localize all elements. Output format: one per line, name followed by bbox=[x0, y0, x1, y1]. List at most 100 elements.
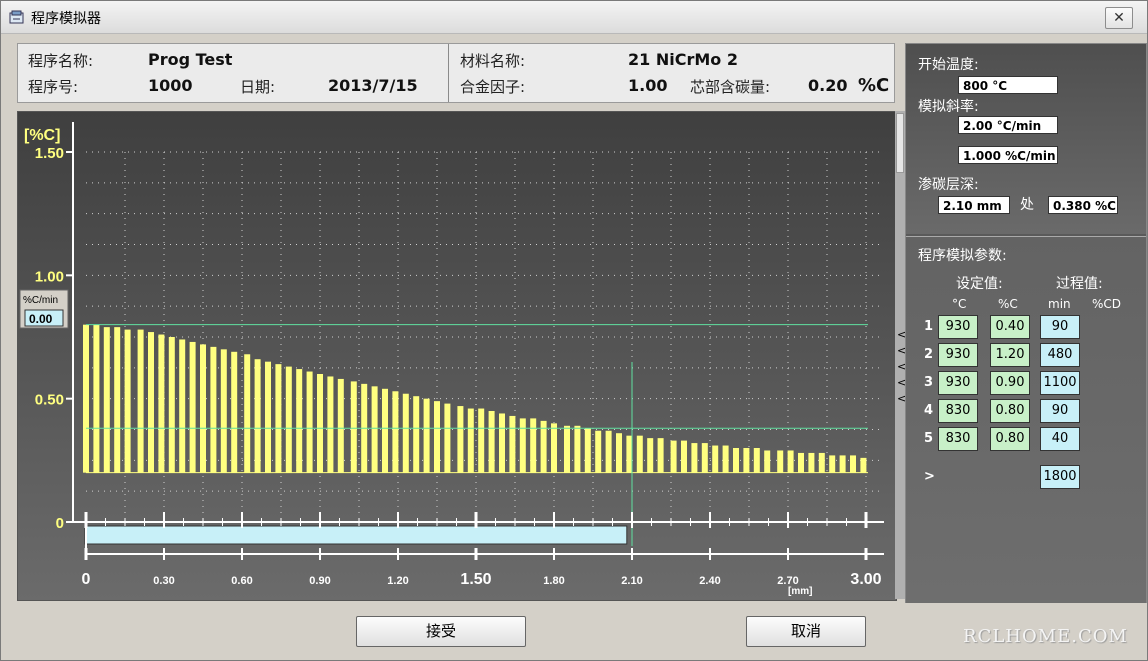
temp-cell[interactable]: 930 bbox=[938, 343, 978, 367]
y-tick-label: 1.00 bbox=[35, 268, 64, 285]
title-bar[interactable]: 程序模拟器 ✕ bbox=[1, 1, 1147, 34]
temp-cell[interactable]: 830 bbox=[938, 427, 978, 451]
y-tick-label: 0.50 bbox=[35, 392, 64, 409]
core-carbon-label: 芯部含碳量: bbox=[690, 78, 771, 96]
bar bbox=[467, 408, 474, 473]
header-divider bbox=[448, 44, 449, 102]
temp-cell[interactable]: 930 bbox=[938, 315, 978, 339]
bar bbox=[616, 433, 622, 473]
simulator-window: 程序模拟器 ✕ 程序名称: Prog Test 程序号: 1000 日期: 20… bbox=[0, 0, 1148, 661]
ramp-carbon-field[interactable]: 1.000 %C/min bbox=[958, 146, 1058, 164]
bar bbox=[382, 388, 388, 473]
rate-readout-value: 0.00 bbox=[29, 312, 53, 326]
col-header-cd: %CD bbox=[1092, 297, 1122, 311]
x-tick-label: 2.10 bbox=[621, 575, 642, 587]
carbon-cell[interactable]: 0.40 bbox=[990, 315, 1030, 339]
bar bbox=[275, 364, 282, 473]
bar bbox=[93, 324, 100, 473]
program-params: 程序模拟参数: 设定值: 过程值: °C %C min %CD 1 930 0.… bbox=[906, 236, 1146, 603]
bar bbox=[860, 457, 867, 473]
alloy-factor-value: 1.00 bbox=[628, 76, 668, 95]
total-marker: > bbox=[924, 469, 935, 484]
close-button[interactable]: ✕ bbox=[1105, 7, 1133, 29]
time-cell[interactable]: 90 bbox=[1040, 315, 1080, 339]
col-header-temp: °C bbox=[952, 297, 967, 311]
bar bbox=[722, 445, 729, 473]
x-tick-label: 0.90 bbox=[309, 575, 330, 587]
bar bbox=[392, 391, 399, 473]
process-value-label: 过程值: bbox=[1056, 276, 1103, 292]
bar bbox=[337, 378, 344, 473]
bar bbox=[350, 381, 357, 473]
carbon-profile-chart: 1.50 1.00 0.50 0 0 0.30 0.60 0.90 1.20 1.50 1.80 2.… bbox=[17, 111, 897, 601]
bar bbox=[519, 418, 526, 473]
bar bbox=[200, 344, 206, 473]
time-cell[interactable]: 90 bbox=[1040, 399, 1080, 423]
bar bbox=[764, 450, 771, 473]
bar bbox=[647, 438, 654, 473]
bar bbox=[148, 332, 154, 473]
carbon-cell[interactable]: 0.80 bbox=[990, 427, 1030, 451]
accept-button[interactable]: 接受 bbox=[356, 616, 526, 647]
carbon-cell[interactable]: 0.90 bbox=[990, 371, 1030, 395]
carbon-cell[interactable]: 1.20 bbox=[990, 343, 1030, 367]
row-number: 2 bbox=[924, 347, 934, 362]
x-tick-label: 1.20 bbox=[387, 575, 408, 587]
window-title: 程序模拟器 bbox=[31, 11, 101, 27]
carbon-cell[interactable]: 0.80 bbox=[990, 399, 1030, 423]
depth-carbon-field[interactable]: 0.380 %C bbox=[1048, 196, 1118, 214]
bar bbox=[787, 450, 794, 473]
bar bbox=[488, 411, 495, 473]
cancel-button[interactable]: 取消 bbox=[746, 616, 866, 647]
bar bbox=[564, 425, 570, 473]
bar bbox=[306, 371, 313, 473]
y-tick-label: 0 bbox=[56, 515, 64, 532]
bar bbox=[83, 324, 89, 473]
program-name-value: Prog Test bbox=[148, 50, 233, 69]
time-cell[interactable]: 40 bbox=[1040, 427, 1080, 451]
chart-scroll-thumb[interactable] bbox=[896, 113, 904, 173]
alloy-factor-label: 合金因子: bbox=[460, 78, 526, 96]
row-number: 4 bbox=[924, 403, 934, 418]
bar bbox=[285, 366, 292, 473]
x-tick-label: 2.40 bbox=[699, 575, 720, 587]
core-carbon-unit: %C bbox=[858, 75, 890, 96]
bar bbox=[317, 374, 323, 473]
temp-cell[interactable]: 830 bbox=[938, 399, 978, 423]
x-tick-label: 0.60 bbox=[231, 575, 252, 587]
material-value: 21 NiCrMo 2 bbox=[628, 50, 738, 69]
bar bbox=[691, 443, 698, 473]
temp-cell[interactable]: 930 bbox=[938, 371, 978, 395]
rate-readout-label: %C/min bbox=[23, 295, 58, 306]
x-tick-label: 0.30 bbox=[153, 575, 174, 587]
ramp-temp-field[interactable]: 2.00 °C/min bbox=[958, 116, 1058, 134]
y-axis-label: [%C] bbox=[24, 127, 60, 144]
bar bbox=[158, 334, 165, 473]
row-number: 5 bbox=[924, 431, 934, 446]
bar bbox=[499, 413, 505, 473]
x-tick-label: 1.80 bbox=[543, 575, 564, 587]
app-icon bbox=[9, 10, 24, 24]
time-cell[interactable]: 1100 bbox=[1040, 371, 1080, 395]
bar bbox=[244, 354, 251, 473]
case-depth-field[interactable]: 2.10 mm bbox=[938, 196, 1010, 214]
bar bbox=[574, 425, 581, 473]
program-info-header: 程序名称: Prog Test 程序号: 1000 日期: 2013/7/15 … bbox=[17, 43, 895, 103]
bar bbox=[701, 443, 708, 473]
bar bbox=[124, 329, 131, 473]
progress-bar bbox=[84, 525, 628, 545]
bar bbox=[808, 452, 815, 473]
bar bbox=[798, 452, 804, 473]
col-header-carbon: %C bbox=[998, 297, 1018, 311]
bar bbox=[829, 455, 836, 473]
bar bbox=[839, 455, 846, 473]
ramp-label: 模拟斜率: bbox=[918, 99, 979, 115]
bar bbox=[743, 448, 750, 473]
bar bbox=[777, 450, 784, 473]
bar bbox=[595, 430, 602, 473]
bar bbox=[179, 339, 186, 473]
col-header-time: min bbox=[1048, 297, 1071, 311]
case-depth-label: 渗碳层深: bbox=[918, 177, 979, 193]
time-cell[interactable]: 480 bbox=[1040, 343, 1080, 367]
start-temp-field[interactable]: 800 °C bbox=[958, 76, 1058, 94]
